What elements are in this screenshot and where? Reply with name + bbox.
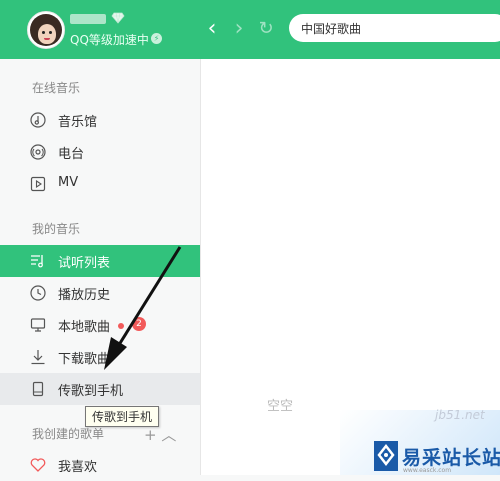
watermark-url: www.easck.com [403,467,452,474]
sidebar-item-label: 我喜欢 [58,460,98,475]
section-created-playlists: 我创建的歌单 [32,427,105,441]
mv-icon [30,176,46,192]
forward-icon[interactable]: › [230,18,248,40]
sidebar-item-label: 电台 [58,147,85,162]
sidebar-item-label: 试听列表 [58,256,111,271]
radio-icon [30,144,46,160]
count-badge: 2 [132,317,146,331]
section-online-music: 在线音乐 [32,81,81,95]
vip-badge-icon: ⚡ [151,33,162,44]
sidebar-item-label: 音乐馆 [58,115,98,130]
vip-status-text[interactable]: QQ等级加速中 [70,31,149,48]
title-bar: QQ等级加速中 ⚡ ‹ › ↻ 中国好歌曲 [0,0,500,59]
sidebar-item-label: 传歌到手机 [58,384,124,399]
sidebar-item-history[interactable]: 播放历史 [0,277,200,309]
playlist-icon [31,255,43,268]
watermark-site: jb51.net [435,408,485,422]
refresh-icon[interactable]: ↻ [257,19,275,39]
sidebar-item-label: 本地歌曲 [58,320,111,335]
sidebar-item-favorites[interactable]: 我喜欢 [0,449,200,481]
empty-state-text: 空空 [267,399,294,414]
avatar[interactable] [27,11,65,49]
sidebar-item-music-hall[interactable]: 音乐馆 [0,104,200,136]
sidebar-item-label: 播放历史 [58,288,111,303]
history-icon [30,285,46,301]
computer-icon [30,318,46,332]
download-icon [31,350,45,365]
sidebar-item-mv[interactable]: MV [0,168,200,200]
sidebar-item-radio[interactable]: 电台 [0,136,200,168]
search-input[interactable]: 中国好歌曲 [289,14,500,42]
playlist-actions[interactable]: + ︿ [144,424,176,445]
heart-icon [30,458,46,472]
sidebar-item-downloads[interactable]: 下载歌曲 [0,341,200,373]
music-hall-icon [30,112,46,128]
search-value: 中国好歌曲 [301,22,362,36]
phone-icon [32,381,44,397]
back-icon[interactable]: ‹ [203,18,221,40]
new-dot-icon [118,323,124,329]
sidebar-item-send-to-phone[interactable]: 传歌到手机 [0,373,200,405]
sidebar-item-label: MV [58,175,79,190]
watermark-logo-text: 易采站长站 [402,447,500,469]
section-my-music: 我的音乐 [32,222,81,236]
sidebar-item-listen-list[interactable]: 试听列表 [0,245,200,277]
username-blurred[interactable] [70,14,106,24]
watermark-logo-icon [374,441,398,471]
sidebar-item-label: 下载歌曲 [58,352,111,367]
tooltip: 传歌到手机 [85,406,160,427]
diamond-icon[interactable] [111,12,125,24]
sidebar-item-local-songs[interactable]: 本地歌曲 2 [0,309,200,341]
